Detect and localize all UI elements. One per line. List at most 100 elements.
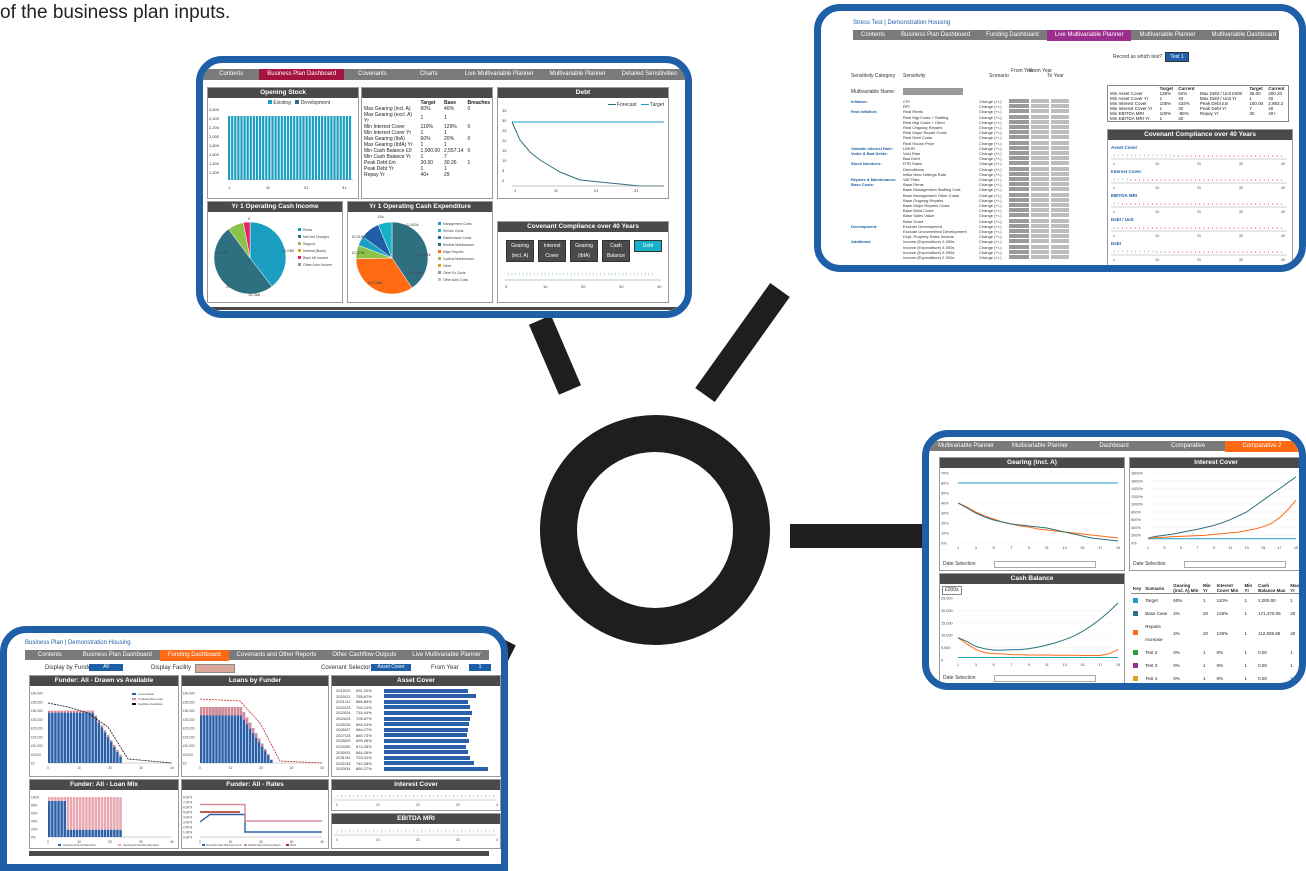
from-year-input[interactable] <box>1031 166 1049 171</box>
from-year-input[interactable] <box>1031 125 1049 129</box>
scenario-input[interactable] <box>1009 145 1029 150</box>
to-year-input[interactable] <box>1051 166 1069 171</box>
stress-tab-multivariable-dashboard[interactable]: Multivariable Dashboard <box>1204 30 1285 41</box>
compare-tab-comparative-2[interactable]: Comparative 2 <box>1225 440 1299 452</box>
from-year-input[interactable] <box>1031 109 1049 114</box>
cash-date-slider[interactable] <box>994 675 1096 682</box>
funding-tab-bp-dashboard[interactable]: Business Plan Dashboard <box>75 650 160 661</box>
compliance-button-1[interactable]: Interest Cover <box>538 240 566 262</box>
to-year-input[interactable] <box>1051 114 1069 119</box>
covenant-selector-select[interactable]: Asset Cover <box>371 664 411 671</box>
scenario-input[interactable] <box>1009 171 1029 176</box>
to-year-input[interactable] <box>1051 140 1069 145</box>
compliance-button-3[interactable]: Cash Balance <box>602 240 630 262</box>
scenario-input[interactable] <box>1009 234 1029 239</box>
to-year-input[interactable] <box>1051 197 1069 202</box>
from-year-input[interactable] <box>1031 119 1049 124</box>
interest-date-slider[interactable] <box>1184 561 1286 568</box>
to-year-input[interactable] <box>1051 229 1069 233</box>
to-year-input[interactable] <box>1051 109 1069 114</box>
stress-breadcrumb-title[interactable]: Stress Test <box>853 20 883 26</box>
scenario-input[interactable] <box>1009 114 1029 119</box>
from-year-input[interactable] <box>1031 223 1049 228</box>
to-year-input[interactable] <box>1051 244 1069 249</box>
from-year-input[interactable] <box>1031 140 1049 145</box>
scenario-input[interactable] <box>1009 161 1029 166</box>
funding-tab-funding-dashboard[interactable]: Funding Dashboard <box>159 649 229 661</box>
from-year-input[interactable] <box>1031 104 1049 109</box>
scenario-input[interactable] <box>1009 197 1029 202</box>
to-year-input[interactable] <box>1051 161 1069 166</box>
gearing-date-slider[interactable] <box>994 561 1096 568</box>
from-year-input[interactable] <box>1031 156 1049 161</box>
from-year-input[interactable] <box>1031 234 1049 239</box>
to-year-input[interactable] <box>1051 218 1069 223</box>
to-year-input[interactable] <box>1051 171 1069 176</box>
to-year-input[interactable] <box>1051 182 1069 187</box>
scenario-input[interactable] <box>1009 104 1029 109</box>
from-year-input[interactable] <box>1031 187 1049 192</box>
from-year-input[interactable] <box>1031 229 1049 233</box>
from-year-input[interactable] <box>1031 171 1049 176</box>
funding-tab-cashflow[interactable]: Other Cashflow Outputs <box>324 650 404 661</box>
tab-business-plan-dashboard[interactable]: Business Plan Dashboard <box>259 69 345 80</box>
to-year-input[interactable] <box>1051 104 1069 109</box>
scenario-input[interactable] <box>1009 218 1029 223</box>
compare-tab-comparative[interactable]: Comparative <box>1151 441 1225 452</box>
scenario-input[interactable] <box>1009 177 1029 181</box>
from-year-input[interactable] <box>1031 177 1049 181</box>
scenario-input[interactable] <box>1009 244 1029 249</box>
to-year-input[interactable] <box>1051 255 1069 259</box>
compliance-button-0[interactable]: Gearing (incl. A) <box>506 240 534 262</box>
funding-tab-contents[interactable]: Contents <box>25 650 75 661</box>
stress-tab-bp-dashboard[interactable]: Business Plan Dashboard <box>893 30 978 41</box>
from-year-input[interactable] <box>1031 249 1049 254</box>
compare-tab-multivariable-2[interactable]: Multivariable Planner <box>1003 441 1077 452</box>
to-year-input[interactable] <box>1051 145 1069 150</box>
to-year-input[interactable] <box>1051 249 1069 254</box>
scenario-input[interactable] <box>1009 125 1029 129</box>
scenario-input[interactable] <box>1009 151 1029 155</box>
scenario-input[interactable] <box>1009 135 1029 140</box>
display-funder-select[interactable]: All <box>89 664 123 671</box>
scenario-input[interactable] <box>1009 239 1029 244</box>
compare-tab-multivariable-1[interactable]: Multivariable Planner <box>929 441 1003 452</box>
from-year-input[interactable] <box>1031 203 1049 207</box>
to-year-input[interactable] <box>1051 99 1069 103</box>
to-year-input[interactable] <box>1051 187 1069 192</box>
scenario-input[interactable] <box>1009 203 1029 207</box>
to-year-input[interactable] <box>1051 135 1069 140</box>
funding-tab-live-multivariable[interactable]: Live Multivariable Planner <box>404 650 489 661</box>
scenario-input[interactable] <box>1009 99 1029 103</box>
from-year-input[interactable] <box>1031 151 1049 155</box>
to-year-input[interactable] <box>1051 239 1069 244</box>
funding-tab-covenants[interactable]: Covenants and Other Reports <box>229 650 325 661</box>
to-year-input[interactable] <box>1051 203 1069 207</box>
from-year-input[interactable] <box>1031 208 1049 213</box>
from-year-input[interactable] <box>1031 255 1049 259</box>
record-test-button[interactable]: Test 1 <box>1165 52 1189 62</box>
to-year-input[interactable] <box>1051 223 1069 228</box>
from-year-input[interactable] <box>1031 239 1049 244</box>
tab-multivariable-planner[interactable]: Multivariable Planner <box>542 69 614 80</box>
scenario-input[interactable] <box>1009 192 1029 197</box>
compliance-button-2[interactable]: Gearing (ibfA) <box>570 240 598 262</box>
from-year-input[interactable] <box>1031 114 1049 119</box>
scenario-input[interactable] <box>1009 130 1029 135</box>
to-year-input[interactable] <box>1051 213 1069 218</box>
scenario-input[interactable] <box>1009 140 1029 145</box>
from-year-input[interactable] <box>1031 218 1049 223</box>
to-year-input[interactable] <box>1051 151 1069 155</box>
compliance-button-4[interactable]: Debt <box>634 240 662 252</box>
from-year-input[interactable] <box>1031 192 1049 197</box>
scenario-input[interactable] <box>1009 249 1029 254</box>
funding-breadcrumb-title[interactable]: Business Plan <box>25 640 63 646</box>
stress-tab-funding-dashboard[interactable]: Funding Dashboard <box>978 30 1047 41</box>
tab-contents[interactable]: Contents <box>203 69 259 80</box>
multivariable-name-input[interactable] <box>903 88 963 95</box>
scenario-input[interactable] <box>1009 229 1029 233</box>
from-year-input[interactable] <box>1031 161 1049 166</box>
from-year-input[interactable] <box>1031 213 1049 218</box>
tab-covenants[interactable]: Covenants <box>344 69 400 80</box>
scenario-input[interactable] <box>1009 208 1029 213</box>
